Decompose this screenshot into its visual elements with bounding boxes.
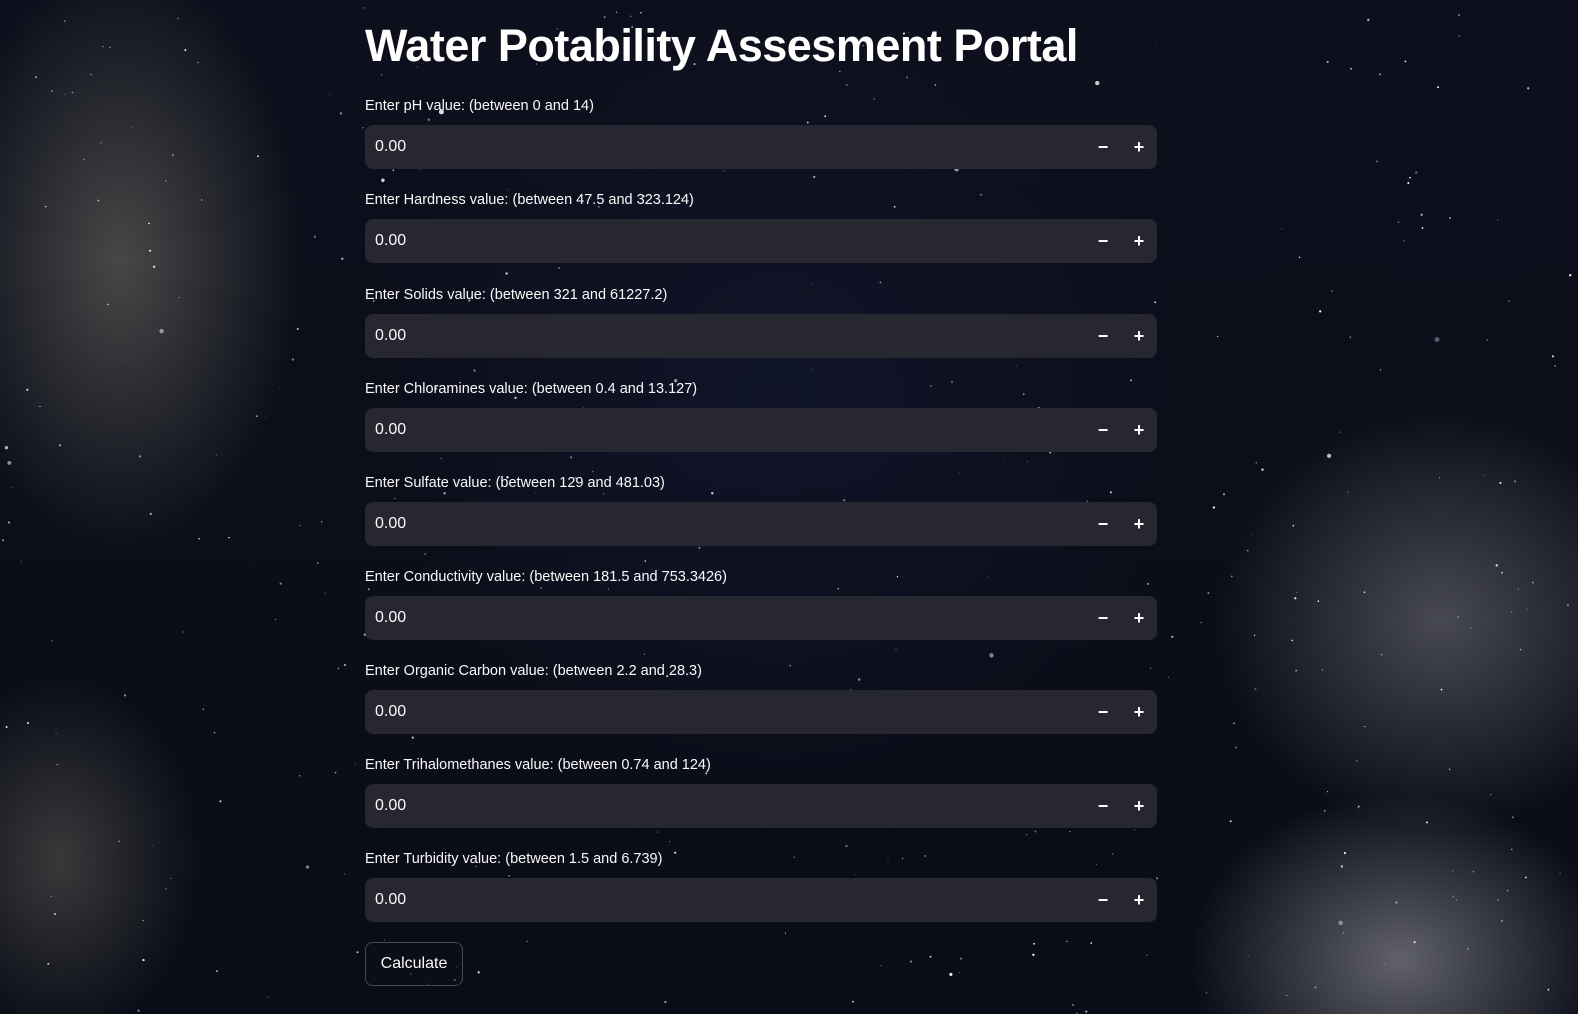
chloramines-number-input[interactable]: 0.00 − + bbox=[365, 408, 1157, 452]
organic-carbon-input-value[interactable]: 0.00 bbox=[375, 690, 406, 734]
solids-number-input[interactable]: 0.00 − + bbox=[365, 314, 1157, 358]
turbidity-increment-button[interactable]: + bbox=[1121, 878, 1157, 922]
hardness-increment-button[interactable]: + bbox=[1121, 219, 1157, 263]
turbidity-field: Enter Turbidity value: (between 1.5 and … bbox=[365, 849, 1157, 922]
trihalomethanes-increment-button[interactable]: + bbox=[1121, 784, 1157, 828]
trihalomethanes-decrement-button[interactable]: − bbox=[1085, 784, 1121, 828]
sulfate-number-input[interactable]: 0.00 − + bbox=[365, 502, 1157, 546]
chloramines-decrement-button[interactable]: − bbox=[1085, 408, 1121, 452]
sulfate-label: Enter Sulfate value: (between 129 and 48… bbox=[365, 475, 665, 491]
conductivity-field: Enter Conductivity value: (between 181.5… bbox=[365, 567, 1157, 640]
conductivity-input-value[interactable]: 0.00 bbox=[375, 596, 406, 640]
chloramines-increment-button[interactable]: + bbox=[1121, 408, 1157, 452]
conductivity-number-input[interactable]: 0.00 − + bbox=[365, 596, 1157, 640]
ph-field: Enter pH value: (between 0 and 14) 0.00 … bbox=[365, 96, 1157, 169]
sulfate-increment-button[interactable]: + bbox=[1121, 502, 1157, 546]
page-title: Water Potability Assesment Portal bbox=[365, 20, 1078, 71]
turbidity-decrement-button[interactable]: − bbox=[1085, 878, 1121, 922]
ph-input-value[interactable]: 0.00 bbox=[375, 125, 406, 169]
ph-label: Enter pH value: (between 0 and 14) bbox=[365, 98, 594, 114]
chloramines-input-value[interactable]: 0.00 bbox=[375, 408, 406, 452]
conductivity-decrement-button[interactable]: − bbox=[1085, 596, 1121, 640]
organic-carbon-increment-button[interactable]: + bbox=[1121, 690, 1157, 734]
chloramines-label: Enter Chloramines value: (between 0.4 an… bbox=[365, 381, 698, 397]
solids-input-value[interactable]: 0.00 bbox=[375, 314, 406, 358]
chloramines-field: Enter Chloramines value: (between 0.4 an… bbox=[365, 379, 1157, 452]
calculate-button[interactable]: Calculate bbox=[365, 942, 463, 986]
conductivity-increment-button[interactable]: + bbox=[1121, 596, 1157, 640]
hardness-label: Enter Hardness value: (between 47.5 and … bbox=[365, 192, 694, 208]
turbidity-label: Enter Turbidity value: (between 1.5 and … bbox=[365, 851, 663, 867]
sulfate-decrement-button[interactable]: − bbox=[1085, 502, 1121, 546]
sulfate-field: Enter Sulfate value: (between 129 and 48… bbox=[365, 473, 1157, 546]
trihalomethanes-input-value[interactable]: 0.00 bbox=[375, 784, 406, 828]
organic-carbon-field: Enter Organic Carbon value: (between 2.2… bbox=[365, 661, 1157, 734]
sulfate-input-value[interactable]: 0.00 bbox=[375, 502, 406, 546]
solids-label: Enter Solids value: (between 321 and 612… bbox=[365, 287, 668, 303]
ph-number-input[interactable]: 0.00 − + bbox=[365, 125, 1157, 169]
trihalomethanes-number-input[interactable]: 0.00 − + bbox=[365, 784, 1157, 828]
ph-decrement-button[interactable]: − bbox=[1085, 125, 1121, 169]
solids-increment-button[interactable]: + bbox=[1121, 314, 1157, 358]
trihalomethanes-field: Enter Trihalomethanes value: (between 0.… bbox=[365, 755, 1157, 828]
organic-carbon-decrement-button[interactable]: − bbox=[1085, 690, 1121, 734]
hardness-input-value[interactable]: 0.00 bbox=[375, 219, 406, 263]
turbidity-number-input[interactable]: 0.00 − + bbox=[365, 878, 1157, 922]
trihalomethanes-label: Enter Trihalomethanes value: (between 0.… bbox=[365, 757, 711, 773]
solids-field: Enter Solids value: (between 321 and 612… bbox=[365, 285, 1157, 358]
hardness-field: Enter Hardness value: (between 47.5 and … bbox=[365, 190, 1157, 263]
solids-decrement-button[interactable]: − bbox=[1085, 314, 1121, 358]
hardness-number-input[interactable]: 0.00 − + bbox=[365, 219, 1157, 263]
ph-increment-button[interactable]: + bbox=[1121, 125, 1157, 169]
conductivity-label: Enter Conductivity value: (between 181.5… bbox=[365, 569, 727, 585]
turbidity-input-value[interactable]: 0.00 bbox=[375, 878, 406, 922]
organic-carbon-number-input[interactable]: 0.00 − + bbox=[365, 690, 1157, 734]
hardness-decrement-button[interactable]: − bbox=[1085, 219, 1121, 263]
organic-carbon-label: Enter Organic Carbon value: (between 2.2… bbox=[365, 663, 702, 679]
